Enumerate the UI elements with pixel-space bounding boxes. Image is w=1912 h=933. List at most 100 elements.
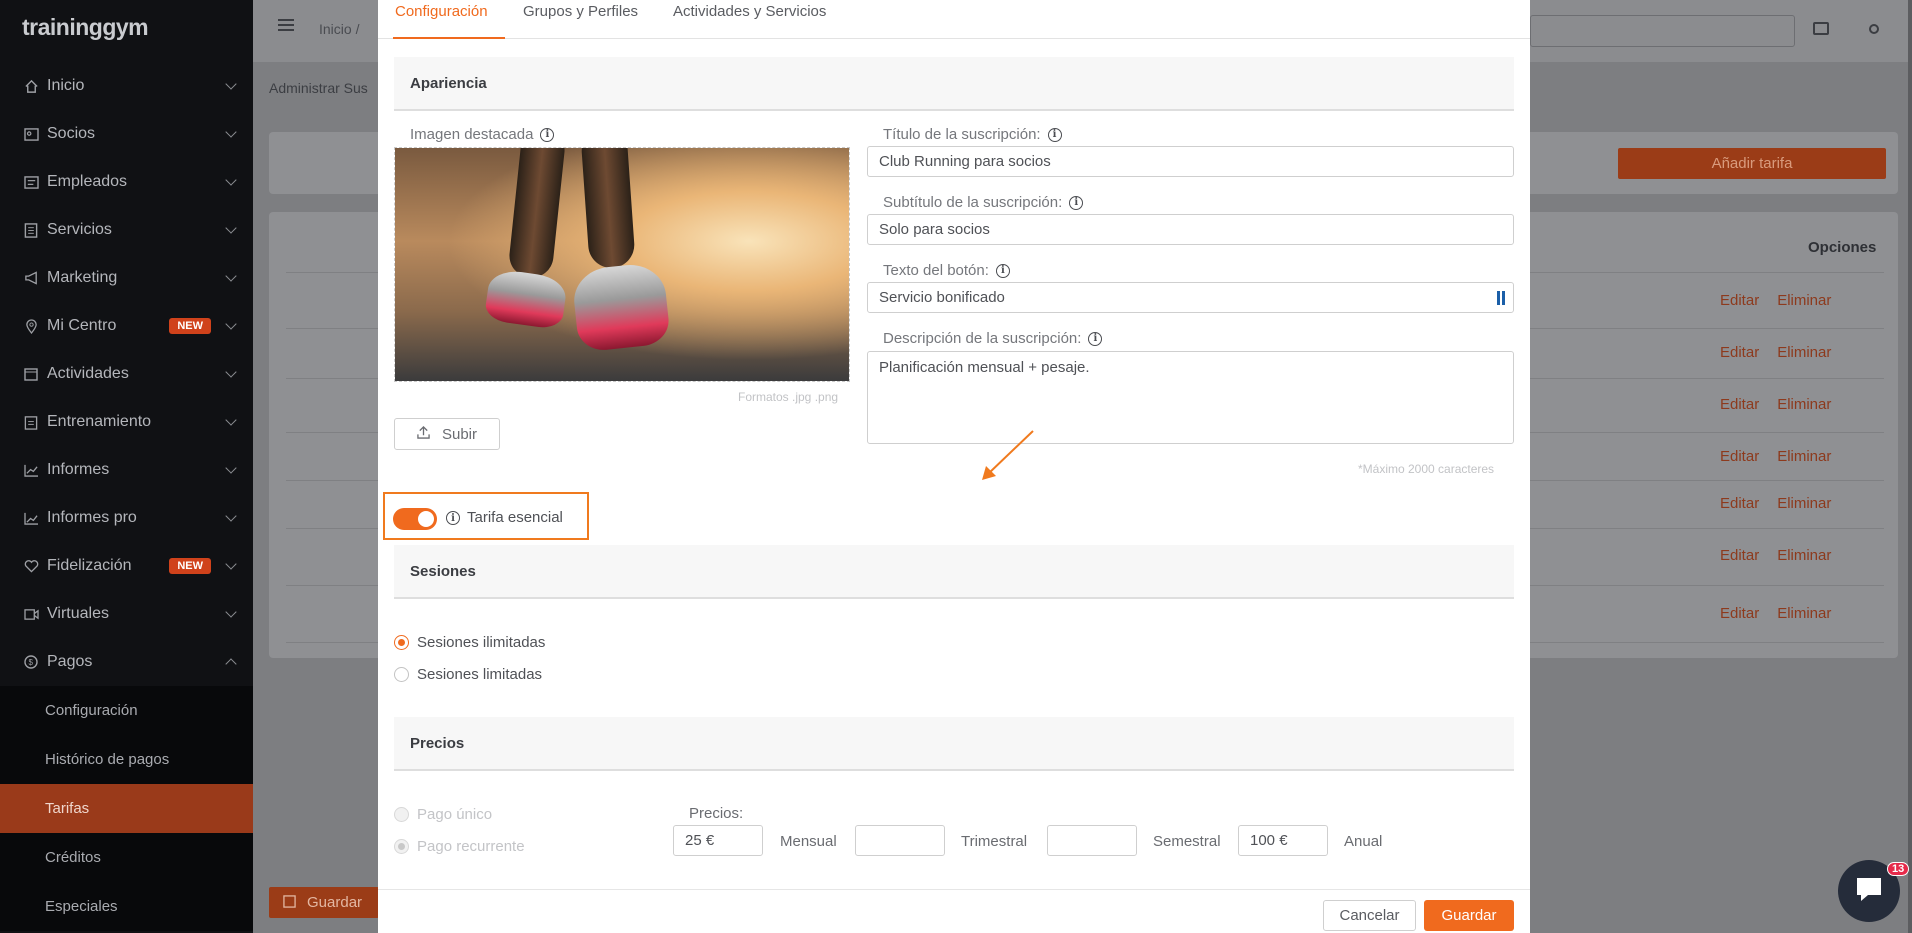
description-textarea[interactable]: Planificación mensual + pesaje. bbox=[867, 351, 1514, 444]
user-icon[interactable] bbox=[1869, 24, 1879, 34]
save-icon bbox=[283, 895, 296, 912]
table-row-actions: Editar Eliminar bbox=[1720, 448, 1831, 465]
sidebar-item-inicio[interactable]: Inicio bbox=[0, 62, 253, 110]
delete-link[interactable]: Eliminar bbox=[1777, 495, 1831, 512]
add-tariff-button[interactable]: Añadir tarifa bbox=[1618, 148, 1886, 179]
radio-label: Pago recurrente bbox=[417, 838, 525, 855]
annotation-arrow-icon bbox=[982, 430, 1034, 480]
edit-link[interactable]: Editar bbox=[1720, 396, 1759, 413]
svg-text:$: $ bbox=[29, 658, 34, 667]
sidebar-item-entrenamiento[interactable]: Entrenamiento bbox=[0, 398, 253, 446]
sidebar-subitem-especiales[interactable]: Especiales bbox=[0, 882, 253, 931]
breadcrumb[interactable]: Inicio / bbox=[319, 21, 359, 37]
chevron-down-icon bbox=[225, 510, 237, 522]
radio-recurring-payment[interactable]: Pago recurrente bbox=[394, 838, 525, 855]
delete-link[interactable]: Eliminar bbox=[1777, 547, 1831, 564]
sidebar-item-informes[interactable]: Informes bbox=[0, 446, 253, 494]
essential-tariff-toggle[interactable] bbox=[393, 508, 437, 530]
edit-link[interactable]: Editar bbox=[1720, 547, 1759, 564]
info-icon[interactable]: i bbox=[1088, 331, 1103, 346]
sidebar-subitem-tarifas[interactable]: Tarifas bbox=[0, 784, 253, 833]
coin-icon: $ bbox=[22, 653, 40, 671]
section-appearance-header: Apariencia bbox=[394, 57, 1514, 111]
sidebar-subitem-historico[interactable]: Histórico de pagos bbox=[0, 735, 253, 784]
password-manager-icon[interactable] bbox=[1497, 291, 1505, 305]
center-select[interactable] bbox=[1530, 15, 1795, 47]
delete-link[interactable]: Eliminar bbox=[1777, 605, 1831, 622]
delete-link[interactable]: Eliminar bbox=[1777, 396, 1831, 413]
tab-configuracion[interactable]: Configuración bbox=[393, 3, 505, 39]
sidebar-item-socios[interactable]: Socios bbox=[0, 110, 253, 158]
sidebar-item-label: Mi Centro bbox=[47, 317, 117, 334]
radio-button[interactable] bbox=[394, 839, 409, 854]
info-icon[interactable]: i bbox=[1069, 195, 1084, 210]
table-row-actions: Editar Eliminar bbox=[1720, 344, 1831, 361]
edit-link[interactable]: Editar bbox=[1720, 495, 1759, 512]
modal-tabs: Configuración Grupos y Perfiles Activida… bbox=[378, 0, 1530, 39]
app-logo[interactable]: traininggym bbox=[22, 14, 149, 41]
section-prices-header: Precios bbox=[394, 717, 1514, 771]
sidebar-item-mi-centro[interactable]: Mi Centro NEW bbox=[0, 302, 253, 350]
featured-image[interactable] bbox=[394, 147, 850, 382]
radio-limited-sessions[interactable]: Sesiones limitadas bbox=[394, 666, 542, 683]
monthly-price-input[interactable]: 25 € bbox=[673, 825, 763, 856]
semestral-price-input[interactable] bbox=[1047, 825, 1137, 856]
location-icon bbox=[22, 317, 40, 335]
edit-link[interactable]: Editar bbox=[1720, 605, 1759, 622]
radio-unlimited-sessions[interactable]: Sesiones ilimitadas bbox=[394, 634, 545, 651]
annual-price-input[interactable]: 100 € bbox=[1238, 825, 1328, 856]
radio-label: Sesiones limitadas bbox=[417, 666, 543, 683]
clipboard-icon bbox=[22, 413, 40, 431]
chevron-down-icon bbox=[225, 462, 237, 474]
quarterly-price-input[interactable] bbox=[855, 825, 945, 856]
info-icon[interactable]: i bbox=[995, 263, 1010, 278]
sidebar-item-actividades[interactable]: Actividades bbox=[0, 350, 253, 398]
sidebar-item-empleados[interactable]: Empleados bbox=[0, 158, 253, 206]
sidebar-subitem-creditos[interactable]: Créditos bbox=[0, 833, 253, 882]
delete-link[interactable]: Eliminar bbox=[1777, 344, 1831, 361]
sidebar-item-label: Virtuales bbox=[47, 605, 109, 622]
chevron-down-icon bbox=[225, 174, 237, 186]
page-save-button[interactable]: Guardar bbox=[269, 887, 379, 918]
subscription-subtitle-input[interactable]: Solo para socios bbox=[867, 214, 1514, 245]
radio-button[interactable] bbox=[394, 635, 409, 650]
save-button[interactable]: Guardar bbox=[1424, 900, 1514, 931]
delete-link[interactable]: Eliminar bbox=[1777, 292, 1831, 309]
edit-link[interactable]: Editar bbox=[1720, 344, 1759, 361]
new-badge: NEW bbox=[169, 558, 211, 574]
subscription-title-input[interactable]: Club Running para socios bbox=[867, 146, 1514, 177]
sidebar-item-servicios[interactable]: Servicios bbox=[0, 206, 253, 254]
cancel-button[interactable]: Cancelar bbox=[1323, 900, 1416, 931]
sidebar-item-marketing[interactable]: Marketing bbox=[0, 254, 253, 302]
options-column-header: Opciones bbox=[1808, 239, 1877, 256]
delete-link[interactable]: Eliminar bbox=[1777, 448, 1831, 465]
sidebar-item-virtuales[interactable]: Virtuales bbox=[0, 590, 253, 638]
table-row-actions: Editar Eliminar bbox=[1720, 396, 1831, 413]
menu-toggle-icon[interactable] bbox=[278, 19, 294, 31]
info-icon[interactable]: i bbox=[540, 127, 555, 142]
sidebar-item-label: Fidelización bbox=[47, 557, 132, 574]
tab-grupos-perfiles[interactable]: Grupos y Perfiles bbox=[523, 3, 638, 39]
info-icon[interactable]: i bbox=[446, 511, 460, 525]
scrollbar[interactable] bbox=[1908, 0, 1912, 933]
table-row-actions: Editar Eliminar bbox=[1720, 605, 1831, 622]
chevron-down-icon bbox=[225, 558, 237, 570]
calendar-icon bbox=[22, 365, 40, 383]
button-text-input[interactable]: Servicio bonificado bbox=[867, 282, 1514, 313]
sidebar-item-informes-pro[interactable]: Informes pro bbox=[0, 494, 253, 542]
sidebar-item-fidelizacion[interactable]: Fidelización NEW bbox=[0, 542, 253, 590]
edit-link[interactable]: Editar bbox=[1720, 292, 1759, 309]
radio-button[interactable] bbox=[394, 807, 409, 822]
megaphone-icon bbox=[22, 269, 40, 287]
chevron-down-icon bbox=[225, 126, 237, 138]
info-icon[interactable]: i bbox=[1047, 127, 1062, 142]
calendar-icon[interactable] bbox=[1813, 22, 1829, 35]
subscription-subtitle-label: Subtítulo de la suscripción: i bbox=[883, 194, 1084, 211]
tab-actividades-servicios[interactable]: Actividades y Servicios bbox=[673, 3, 826, 39]
upload-button[interactable]: Subir bbox=[394, 418, 500, 450]
radio-button[interactable] bbox=[394, 667, 409, 682]
sidebar-item-pagos[interactable]: $ Pagos bbox=[0, 638, 253, 686]
radio-single-payment[interactable]: Pago único bbox=[394, 806, 492, 823]
edit-link[interactable]: Editar bbox=[1720, 448, 1759, 465]
sidebar-subitem-configuracion[interactable]: Configuración bbox=[0, 686, 253, 735]
